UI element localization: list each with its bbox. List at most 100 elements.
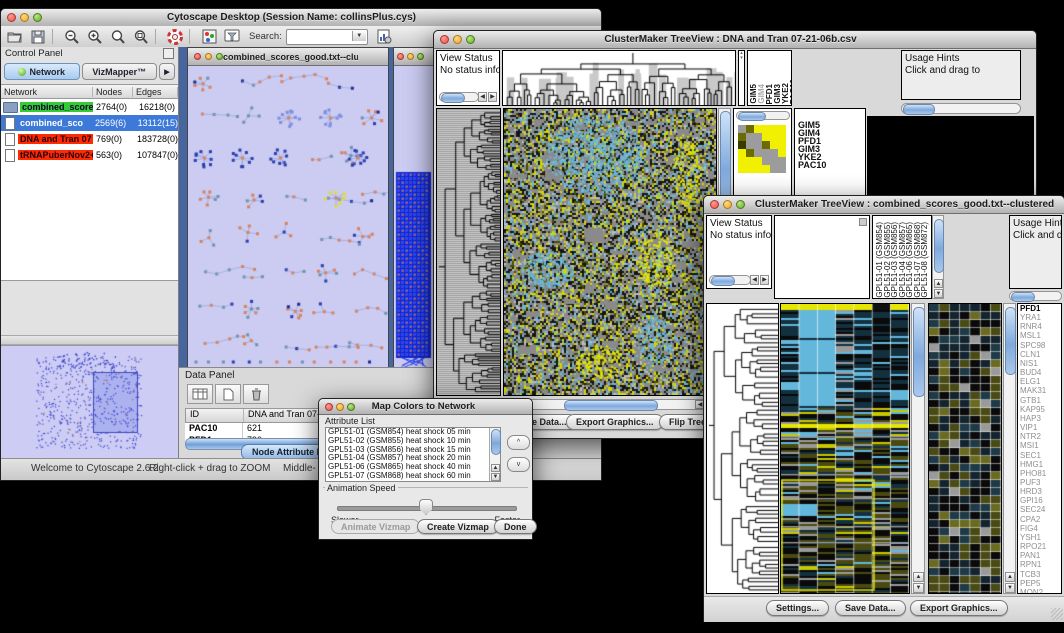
delete-attribute-icon[interactable]	[243, 384, 269, 404]
tv1-heatmap[interactable]	[503, 108, 717, 396]
maximize-icon[interactable]	[216, 53, 223, 60]
tv2-heatmap-vscrollbar[interactable]: ▲ ▼	[911, 303, 925, 594]
resize-grip[interactable]	[1051, 608, 1063, 620]
network-row[interactable]: DNA and Tran 07769(0)183728(0)	[1, 131, 178, 147]
gene-label[interactable]: RPO21	[1020, 542, 1061, 551]
gene-label[interactable]: KAP95	[1020, 405, 1061, 414]
tv2-collabel-scrollbar[interactable]: ▲ ▼	[932, 215, 944, 299]
attribute-select-icon[interactable]	[187, 384, 213, 404]
close-button[interactable]	[325, 403, 333, 411]
tv2-save-data-button[interactable]: Save Data...	[835, 600, 906, 616]
tv2-export-graphics-button[interactable]: Export Graphics...	[910, 600, 1008, 616]
gene-label[interactable]: GPI16	[1020, 496, 1061, 505]
tv2-zoom-vscrollbar[interactable]: ▲ ▼	[1003, 303, 1016, 594]
network-canvas[interactable]	[188, 66, 388, 367]
close-button[interactable]	[710, 200, 719, 209]
tab-network[interactable]: Network	[4, 63, 80, 80]
gene-label[interactable]: SEC24	[1020, 505, 1061, 514]
gene-label[interactable]: SEC1	[1020, 451, 1061, 460]
float-panel-icon[interactable]	[163, 48, 174, 59]
tab-overflow-arrow[interactable]: ▶	[159, 63, 175, 80]
tv1-column-dendrogram[interactable]	[502, 50, 736, 106]
zoom-fit-icon[interactable]	[132, 28, 150, 45]
attribute-list-item[interactable]: GPL51-07 (GSM868) heat shock 60 min	[326, 472, 500, 481]
gene-label[interactable]: HAP3	[1020, 414, 1061, 423]
tab-vizmapper[interactable]: VizMapper™	[82, 63, 158, 80]
create-vizmap-button[interactable]: Create Vizmap	[417, 519, 499, 534]
save-session-button[interactable]	[29, 28, 47, 45]
tv2-row-dendrogram[interactable]	[706, 303, 779, 594]
scroll-left-icon[interactable]: ◀	[750, 275, 759, 285]
gene-label[interactable]: MAK31	[1020, 386, 1061, 395]
gene-label[interactable]: NTR2	[1020, 432, 1061, 441]
tv1-hints-scrollbar[interactable]	[901, 103, 1021, 114]
gene-label[interactable]: VIP1	[1020, 423, 1061, 432]
tv2-heatmap[interactable]	[780, 303, 910, 594]
network-row[interactable]: combined_scores2764(0)16218(0)	[1, 99, 178, 115]
slider-thumb[interactable]	[419, 499, 433, 515]
tv2-zoom-heatmap[interactable]	[928, 303, 1002, 594]
tv1-spinner-strip[interactable]: ▴▾	[738, 50, 745, 106]
gene-label[interactable]: YSH1	[1020, 533, 1061, 542]
tv2-hints-scrollbar[interactable]	[1009, 291, 1062, 301]
tv1-export-graphics-button[interactable]: Export Graphics...	[566, 414, 664, 430]
zoom-selected-icon[interactable]	[109, 28, 127, 45]
gene-label[interactable]: MSL1	[1020, 331, 1061, 340]
gene-label[interactable]: YRA1	[1020, 313, 1061, 322]
tv1-submatrix[interactable]	[738, 125, 786, 173]
zoom-button[interactable]	[33, 13, 42, 22]
gene-label[interactable]: SPC98	[1020, 341, 1061, 350]
close-button[interactable]	[440, 35, 449, 44]
gene-label[interactable]: RNR4	[1020, 322, 1061, 331]
gene-label[interactable]: PUF3	[1020, 478, 1061, 487]
gene-label[interactable]: FIG4	[1020, 524, 1061, 533]
scroll-right-icon[interactable]: ▶	[760, 275, 769, 285]
gene-label[interactable]: HRD3	[1020, 487, 1061, 496]
search-dropdown-arrow[interactable]: ▼	[352, 31, 366, 41]
tv1-status-scrollbar[interactable]	[439, 92, 479, 102]
chart-settings-icon[interactable]	[376, 28, 394, 45]
gene-label[interactable]: CLN1	[1020, 350, 1061, 359]
minimize-icon[interactable]	[407, 53, 414, 60]
scroll-left-icon[interactable]: ◀	[478, 92, 487, 102]
network-view-titlebar[interactable]: combined_scores_good.txt--cluste...	[188, 48, 388, 66]
attribute-list[interactable]: GPL51-01 (GSM854) heat shock 05 minGPL51…	[325, 427, 501, 482]
zoom-in-icon[interactable]	[86, 28, 104, 45]
zoom-out-icon[interactable]	[63, 28, 81, 45]
gene-label[interactable]: HMG1	[1020, 460, 1061, 469]
gene-label[interactable]: NIS1	[1020, 359, 1061, 368]
dense-network-canvas[interactable]	[394, 66, 433, 367]
animate-vizmap-button[interactable]: Animate Vizmap	[331, 519, 420, 534]
panel-splitter[interactable]	[1, 335, 178, 345]
minimize-button[interactable]	[723, 200, 732, 209]
gene-label[interactable]: RPN1	[1020, 560, 1061, 569]
open-session-button[interactable]	[6, 28, 24, 45]
tv2-gene-list[interactable]: PFD1YRA1RNR4MSL1SPC98CLN1NIS1BUD4ELG1MAK…	[1017, 303, 1062, 594]
gene-label[interactable]: PHO81	[1020, 469, 1061, 478]
gene-label[interactable]: CPA2	[1020, 515, 1061, 524]
gene-label[interactable]: PEP5	[1020, 579, 1061, 588]
done-button[interactable]: Done	[494, 519, 537, 534]
minimize-icon[interactable]	[205, 53, 212, 60]
gene-label[interactable]: GTB1	[1020, 396, 1061, 405]
search-input[interactable]: ▼	[286, 29, 368, 45]
gene-label[interactable]: PAN1	[1020, 551, 1061, 560]
minimize-button[interactable]	[453, 35, 462, 44]
gene-label[interactable]: BUD4	[1020, 368, 1061, 377]
move-down-button[interactable]: v	[507, 457, 530, 472]
minimize-button[interactable]	[20, 13, 29, 22]
gene-label[interactable]: MON2	[1020, 588, 1061, 594]
treeview2-titlebar[interactable]: ClusterMaker TreeView : combined_scores_…	[704, 196, 1064, 214]
attribute-list-scrollbar[interactable]: ▲ ▼	[489, 428, 500, 481]
birdseye-view[interactable]	[1, 345, 178, 459]
tv1-row-dendrogram[interactable]	[436, 108, 501, 396]
move-up-button[interactable]: ^	[507, 435, 530, 450]
gene-label[interactable]: TCB3	[1020, 570, 1061, 579]
close-button[interactable]	[7, 13, 16, 22]
tv2-status-scrollbar[interactable]	[709, 275, 751, 285]
help-ring-icon[interactable]	[166, 28, 184, 45]
maximize-icon[interactable]	[417, 53, 424, 60]
vizmap-icon[interactable]	[200, 28, 218, 45]
tv1-heatmap-hscrollbar[interactable]: ◀ ▶	[503, 399, 717, 410]
network-row[interactable]: tRNAPuberNov2+563(0)107847(0)	[1, 147, 178, 163]
